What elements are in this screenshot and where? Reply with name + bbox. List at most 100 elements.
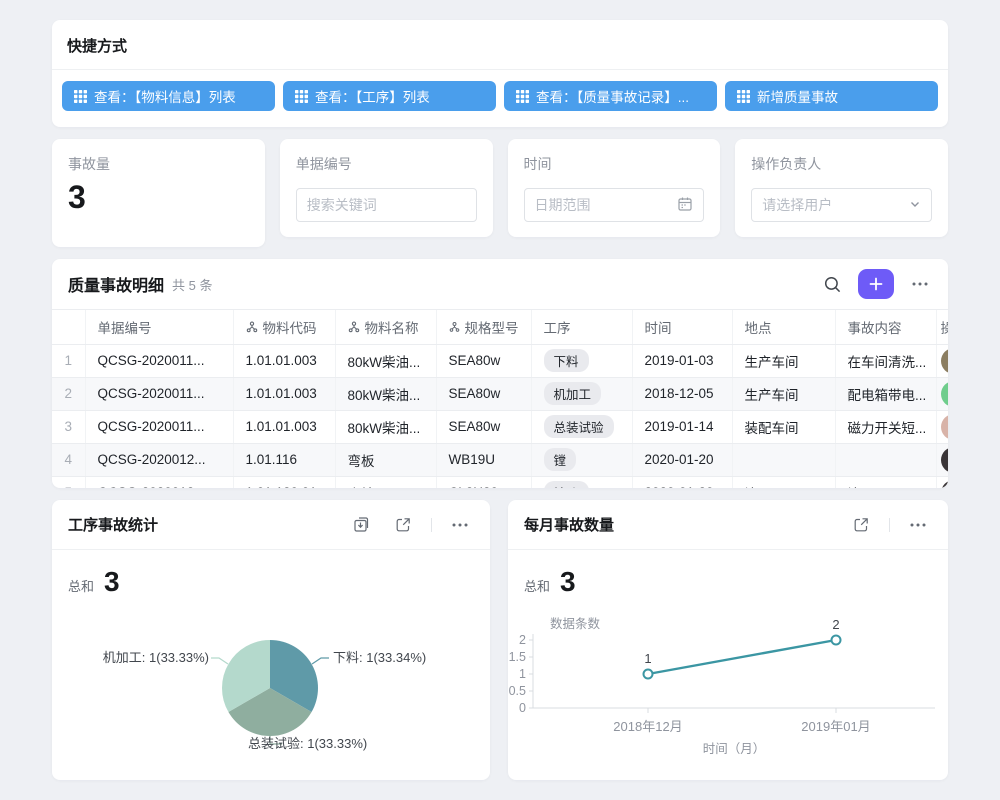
cell-工序: 总装试验 <box>531 410 632 443</box>
cell-单据编号: QCSG-2020012... <box>85 443 233 476</box>
column-header-操作负责人: 操作负责人 <box>936 310 948 344</box>
operator-select[interactable]: 请选择用户 <box>751 188 932 222</box>
cell-时间: 2019-01-14 <box>632 410 732 443</box>
avatar <box>941 348 949 374</box>
calendar-icon <box>677 196 693 215</box>
search-button[interactable] <box>818 270 846 298</box>
column-header-事故内容: 事故内容 <box>835 310 936 344</box>
doc-number-input[interactable]: 搜索关键词 <box>296 188 477 222</box>
shortcut-button-label: 查看：【物料信息】列表 <box>94 86 236 106</box>
monthly-chart-header: 每月事故数量 <box>508 500 948 550</box>
cell-地点: 装配车间 <box>732 410 835 443</box>
column-header-label: 操作负责人 <box>941 317 949 337</box>
cell-工序: 钻孔 <box>531 476 632 488</box>
table-row[interactable]: 3QCSG-2020011...1.01.01.00380kW柴油...SEA8… <box>52 410 948 443</box>
shortcut-buttons-row: 查看：【物料信息】列表 查看：【工序】列表 查看：【质量事故记录】... 新增质量事故 <box>52 70 948 127</box>
more-icon <box>911 281 929 287</box>
cell-地点: 演示 <box>732 476 835 488</box>
data-point-label: 1 <box>644 651 651 666</box>
record-count: 共 5 条 <box>172 275 212 294</box>
shortcut-button-4[interactable]: 新增质量事故 <box>725 81 938 111</box>
open-button[interactable] <box>389 511 417 539</box>
doc-number-filter-card: 单据编号 搜索关键词 <box>280 139 493 237</box>
shortcut-button-label: 新增质量事故 <box>757 86 838 106</box>
column-header-时间: 时间 <box>632 310 732 344</box>
add-record-button[interactable] <box>858 269 894 299</box>
open-button[interactable] <box>847 511 875 539</box>
cell-物料代码: 1.01.01.003 <box>233 410 335 443</box>
total-value: 3 <box>560 566 576 598</box>
process-chart-title: 工序事故统计 <box>68 514 333 535</box>
cell-工序: 下料 <box>531 344 632 377</box>
cell-地点: 生产车间 <box>732 377 835 410</box>
operator-label: 操作负责人 <box>751 154 932 174</box>
total-label: 总和 <box>68 576 94 595</box>
y-tick-label: 1 <box>519 667 526 681</box>
quality-accident-table: 单据编号物料代码物料名称规格型号工序时间地点事故内容操作负责人1QCSG-202… <box>52 310 948 488</box>
table-row[interactable]: 1QCSG-2020011...1.01.01.00380kW柴油...SEA8… <box>52 344 948 377</box>
cell-时间: 2019-01-03 <box>632 344 732 377</box>
shortcut-button-2[interactable]: 查看：【工序】列表 <box>283 81 496 111</box>
date-range-input[interactable]: 日期范围 <box>524 188 705 222</box>
row-index: 4 <box>52 443 85 476</box>
cell-事故内容 <box>835 443 936 476</box>
relation-icon <box>246 321 258 333</box>
monthly-line-chart: 数据条数00.511.522018年12月2019年01月12时间（月） <box>508 606 948 761</box>
doc-number-placeholder: 搜索关键词 <box>307 195 377 215</box>
table-header-row: 单据编号物料代码物料名称规格型号工序时间地点事故内容操作负责人 <box>52 310 948 344</box>
cell-规格型号: WB19U <box>436 443 531 476</box>
accident-count-value: 3 <box>68 178 249 216</box>
download-icon <box>353 516 370 533</box>
column-header-物料名称: 物料名称 <box>335 310 436 344</box>
cell-事故内容: 配电箱带电... <box>835 377 936 410</box>
divider <box>431 518 432 532</box>
process-tag: 下料 <box>544 349 589 372</box>
total-label: 总和 <box>524 576 550 595</box>
cell-操作负责人 <box>936 344 948 377</box>
shortcut-button-label: 查看：【工序】列表 <box>315 86 430 106</box>
table-card-header: 质量事故明细 共 5 条 <box>52 259 948 309</box>
avatar <box>941 447 949 473</box>
cell-事故内容: 演示 <box>835 476 936 488</box>
process-pie-chart: 下料: 1(33.34%)总装试验: 1(33.33%)机加工: 1(33.33… <box>52 606 490 766</box>
column-header-地点: 地点 <box>732 310 835 344</box>
column-header-规格型号: 规格型号 <box>436 310 531 344</box>
accident-count-card: 事故量 3 <box>52 139 265 247</box>
cell-地点: 生产车间 <box>732 344 835 377</box>
download-button[interactable] <box>347 511 375 539</box>
search-icon <box>823 275 842 294</box>
quality-accident-table-card: 质量事故明细 共 5 条 单据编号物料代码物料名称规格型号工序时间地点事故内容操… <box>52 259 948 488</box>
grid-icon <box>74 90 87 103</box>
table-scroll-area[interactable]: 单据编号物料代码物料名称规格型号工序时间地点事故内容操作负责人1QCSG-202… <box>52 309 948 488</box>
cell-物料代码: 1.01.116 <box>233 443 335 476</box>
open-icon <box>395 517 411 533</box>
cell-物料代码: 1.01.01.003 <box>233 344 335 377</box>
process-chart-header: 工序事故统计 <box>52 500 490 550</box>
row-index: 5 <box>52 476 85 488</box>
column-header-index <box>52 310 85 344</box>
column-header-label: 单据编号 <box>98 317 152 337</box>
data-point[interactable] <box>644 670 653 679</box>
cell-时间: 2020-01-20 <box>632 476 732 488</box>
row-index: 3 <box>52 410 85 443</box>
table-row[interactable]: 5QCSG-2020012...1.01.120.01齿轮CL2H30钻孔202… <box>52 476 948 488</box>
table-row[interactable]: 2QCSG-2020011...1.01.01.00380kW柴油...SEA8… <box>52 377 948 410</box>
shortcut-button-3[interactable]: 查看：【质量事故记录】... <box>504 81 717 111</box>
data-point[interactable] <box>832 636 841 645</box>
divider <box>889 518 890 532</box>
total-value: 3 <box>104 566 120 598</box>
cell-物料名称: 弯板 <box>335 443 436 476</box>
column-header-label: 时间 <box>645 317 672 337</box>
column-header-label: 工序 <box>544 317 571 337</box>
cell-规格型号: CL2H30 <box>436 476 531 488</box>
table-more-button[interactable] <box>906 270 934 298</box>
table-row[interactable]: 4QCSG-2020012...1.01.116弯板WB19U镗2020-01-… <box>52 443 948 476</box>
column-header-label: 地点 <box>745 317 772 337</box>
process-chart-more-button[interactable] <box>446 511 474 539</box>
cell-物料名称: 80kW柴油... <box>335 410 436 443</box>
shortcut-button-1[interactable]: 查看：【物料信息】列表 <box>62 81 275 111</box>
doc-number-label: 单据编号 <box>296 154 477 174</box>
x-tick-label: 2018年12月 <box>613 719 682 734</box>
cell-操作负责人 <box>936 476 948 488</box>
monthly-chart-more-button[interactable] <box>904 511 932 539</box>
